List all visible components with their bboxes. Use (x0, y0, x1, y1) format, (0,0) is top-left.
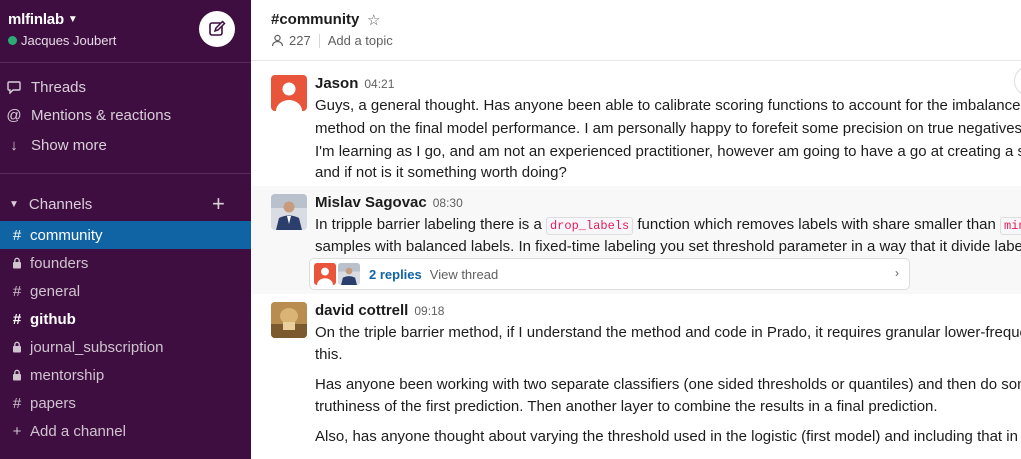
channels-section-header[interactable]: ▼ Channels + (0, 191, 251, 217)
message-text: On the triple barrier method, if I under… (315, 324, 1021, 341)
lock-icon (10, 369, 24, 381)
inline-code: min_ (1000, 217, 1021, 235)
photo-avatar-icon (271, 302, 307, 338)
view-thread-link[interactable]: View thread (430, 267, 498, 282)
author-name[interactable]: Jason (315, 75, 358, 92)
channel-view: #community ☆ 227 Add a topic Jason 04:21 … (251, 0, 1021, 459)
add-channel-plus-icon[interactable]: + (212, 191, 225, 217)
sidebar: mlfinlab ▼ Jacques Joubert Threads @ Ment… (0, 0, 251, 459)
chevron-down-icon: ▼ (67, 14, 78, 25)
message-text: Also, has anyone thought about varying t… (315, 428, 1021, 445)
message-text: truthiness of the first prediction. Then… (315, 398, 938, 415)
replier-avatar (338, 263, 360, 285)
member-count: 227 (289, 33, 311, 48)
message-text: samples with balanced labels. In fixed-t… (315, 238, 1021, 255)
channel-name: github (30, 310, 76, 328)
channel-name: community (30, 226, 103, 244)
message-time[interactable]: 09:18 (414, 304, 444, 318)
person-icon (271, 34, 284, 47)
channel-name: journal_subscription (30, 338, 164, 356)
channel-item-mentorship[interactable]: mentorship (0, 361, 251, 389)
current-user[interactable]: Jacques Joubert (8, 33, 116, 48)
channel-item-github[interactable]: # github (0, 305, 251, 333)
channel-item-community[interactable]: # community (0, 221, 251, 249)
message[interactable]: david cottrell 09:18 On the triple barrie… (251, 296, 1021, 459)
channel-meta: 227 Add a topic (271, 33, 393, 48)
nav-threads[interactable]: Threads (0, 73, 251, 101)
add-channel-button[interactable]: + Add a channel (0, 417, 251, 445)
message-text: I'm learning as I go, and am not an expe… (315, 143, 1021, 160)
text-segment: In tripple barrier labeling there is a (315, 216, 546, 233)
nav-threads-label: Threads (31, 78, 87, 96)
hash-icon: # (12, 310, 22, 328)
lock-icon (10, 341, 24, 353)
add-channel-label: Add a channel (30, 422, 126, 440)
channel-item-general[interactable]: # general (0, 277, 251, 305)
message-text: Has anyone been working with two separat… (315, 376, 1021, 393)
message-text: In tripple barrier labeling there is a d… (315, 216, 1021, 235)
channel-name: founders (30, 254, 89, 272)
thread-summary[interactable]: 2 replies View thread › (309, 258, 910, 290)
reply-count-link[interactable]: 2 replies (369, 267, 422, 282)
plus-icon: + (12, 422, 22, 440)
compose-icon (209, 20, 226, 36)
presence-icon (8, 36, 17, 45)
member-count-button[interactable]: 227 (271, 33, 311, 48)
arrow-down-icon: ↓ (10, 136, 18, 154)
inline-code: drop_labels (545, 217, 634, 235)
sidebar-divider (0, 173, 251, 174)
message-time[interactable]: 08:30 (433, 196, 463, 210)
author-name[interactable]: Mislav Sagovac (315, 194, 427, 211)
channel-item-papers[interactable]: # papers (0, 389, 251, 417)
chevron-right-icon: › (895, 266, 899, 280)
star-icon[interactable]: ☆ (367, 11, 380, 29)
threads-icon (6, 80, 22, 94)
compose-button[interactable] (199, 11, 235, 47)
workspace-switcher[interactable]: mlfinlab ▼ (8, 11, 78, 28)
message-author: Jason 04:21 (315, 75, 394, 92)
message-text: and if not is it something worth doing? (315, 164, 567, 181)
hash-icon: # (12, 282, 22, 300)
channel-title[interactable]: #community (271, 11, 359, 28)
text-segment: function which removes labels with share… (633, 216, 1001, 233)
message[interactable]: Jason 04:21 Guys, a general thought. Has … (251, 66, 1021, 184)
header-divider (251, 60, 1021, 61)
caret-down-icon: ▼ (9, 198, 19, 210)
message-time[interactable]: 04:21 (364, 77, 394, 91)
user-name: Jacques Joubert (21, 33, 117, 48)
avatar[interactable] (271, 75, 307, 111)
default-avatar-icon (276, 82, 302, 111)
channel-item-founders[interactable]: founders (0, 249, 251, 277)
nav-show-more-label: Show more (31, 136, 107, 154)
nav-mentions-label: Mentions & reactions (31, 106, 172, 124)
meta-divider (318, 33, 320, 48)
sidebar-divider (0, 62, 251, 63)
avatar[interactable] (271, 194, 307, 230)
add-topic-link[interactable]: Add a topic (328, 33, 393, 48)
message-text: method on the final model performance. I… (315, 120, 1021, 137)
channel-name: general (30, 282, 81, 300)
author-name[interactable]: david cottrell (315, 302, 408, 319)
avatar[interactable] (271, 302, 307, 338)
channel-name: papers (30, 394, 76, 412)
replier-avatar (314, 263, 336, 285)
nav-mentions[interactable]: @ Mentions & reactions (0, 101, 251, 129)
lock-icon (10, 257, 24, 269)
channel-item-journal-subscription[interactable]: journal_subscription (0, 333, 251, 361)
message-text: Guys, a general thought. Has anyone been… (315, 97, 1021, 114)
channels-header-label: Channels (28, 195, 93, 213)
message-author: Mislav Sagovac 08:30 (315, 194, 463, 211)
photo-avatar-icon (271, 194, 307, 230)
at-icon: @ (6, 106, 22, 124)
workspace-name: mlfinlab (8, 11, 64, 28)
message-author: david cottrell 09:18 (315, 302, 444, 319)
nav-show-more[interactable]: ↓ Show more (0, 131, 251, 159)
hash-icon: # (12, 226, 22, 244)
hash-icon: # (12, 394, 22, 412)
channel-name: mentorship (30, 366, 105, 384)
message-text: this. (315, 346, 343, 363)
